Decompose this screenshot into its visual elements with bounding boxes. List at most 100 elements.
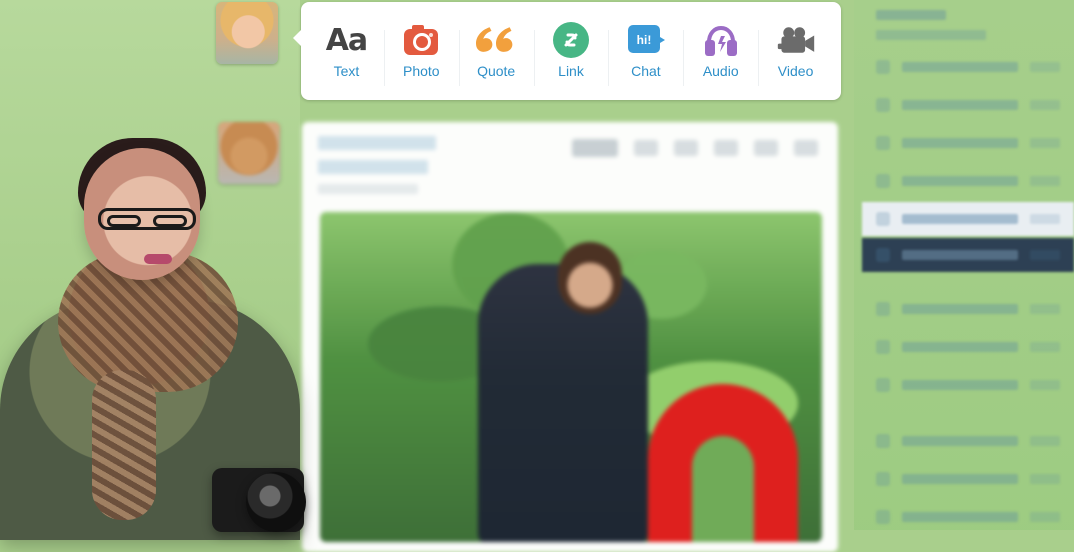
sidebar-item-icon [876, 434, 890, 448]
post-type-link[interactable]: Link [534, 12, 610, 90]
post-type-label: Audio [702, 63, 739, 79]
post-type-label: Link [558, 63, 584, 79]
sidebar-item-icon [876, 136, 890, 150]
sidebar-header-line-2 [876, 30, 986, 40]
sidebar-item-icon [876, 340, 890, 354]
sidebar-item[interactable] [862, 424, 1074, 458]
sidebar-item-count [1030, 138, 1060, 148]
sidebar-item-icon [876, 248, 890, 262]
sidebar-item-icon [876, 60, 890, 74]
video-camera-icon-svg [777, 27, 814, 53]
photo-person [478, 264, 648, 542]
chat-bubble-icon-svg: hi! [627, 25, 665, 53]
sidebar-item-label [902, 474, 1018, 484]
follow-button[interactable] [572, 139, 618, 157]
sidebar-item-label [902, 62, 1018, 72]
reply-icon[interactable] [674, 140, 698, 156]
headphones-icon [701, 23, 741, 57]
text-icon: Aa [325, 22, 368, 58]
chat-bubble-icon: hi! [626, 23, 666, 57]
sidebar-item-dark[interactable] [862, 238, 1074, 272]
sidebar-item-count [1030, 474, 1060, 484]
edit-icon[interactable] [754, 140, 778, 156]
background-left [0, 0, 300, 530]
photo-red-object [648, 384, 798, 542]
text-icon-glyph: Aa [325, 22, 368, 58]
post-type-video[interactable]: Video [758, 12, 833, 90]
headphones-icon-svg [704, 25, 737, 56]
sidebar-item-label [902, 214, 1018, 224]
sidebar-item-icon [876, 302, 890, 316]
sidebar-item-label [902, 304, 1018, 314]
sidebar-item-label [902, 138, 1018, 148]
sidebar-header-line-1 [876, 10, 946, 20]
post-type-bar: Aa Text Photo Quote Link hi! Chat Audio … [293, 2, 841, 100]
post-source-line [318, 160, 428, 174]
reblog-icon[interactable] [714, 140, 738, 156]
post-type-label: Chat [631, 63, 661, 79]
sidebar-item-selected[interactable] [862, 202, 1074, 236]
camera-icon-svg [404, 25, 439, 55]
sidebar-item[interactable] [862, 164, 1074, 198]
sidebar-header [876, 10, 1062, 44]
post-author-avatar[interactable] [218, 122, 280, 184]
sidebar-item-count [1030, 100, 1060, 110]
post-type-text[interactable]: Aa Text [309, 12, 385, 90]
sidebar-item[interactable] [862, 88, 1074, 122]
sidebar-item-icon [876, 378, 890, 392]
sidebar-item-count [1030, 436, 1060, 446]
sidebar-item-count [1030, 512, 1060, 522]
sidebar-item-icon [876, 174, 890, 188]
dashboard-sidebar [862, 0, 1074, 530]
dashboard-post-card [302, 122, 838, 552]
camera-icon [401, 23, 441, 57]
post-type-chat[interactable]: hi! Chat [608, 12, 685, 90]
sidebar-item-count [1030, 380, 1060, 390]
sidebar-item[interactable] [862, 50, 1074, 84]
sidebar-item[interactable] [862, 330, 1074, 364]
sidebar-item-label [902, 436, 1018, 446]
post-actions [528, 136, 818, 160]
quote-icon [476, 23, 516, 57]
sidebar-item[interactable] [862, 126, 1074, 160]
sidebar-item[interactable] [862, 500, 1074, 534]
sidebar-item-count [1030, 214, 1060, 224]
like-icon[interactable] [794, 140, 818, 156]
post-type-list: Aa Text Photo Quote Link hi! Chat Audio … [301, 2, 841, 100]
sidebar-item-label [902, 100, 1018, 110]
sidebar-item-count [1030, 250, 1060, 260]
sidebar-item[interactable] [862, 368, 1074, 402]
sidebar-item-icon [876, 212, 890, 226]
chat-icon-text: hi! [637, 33, 652, 47]
sidebar-item-label [902, 250, 1018, 260]
sidebar-item-count [1030, 304, 1060, 314]
post-type-label: Photo [402, 63, 440, 79]
sidebar-item-count [1030, 342, 1060, 352]
post-type-label: Video [777, 63, 814, 79]
link-icon [551, 22, 591, 58]
link-icon-svg [553, 22, 589, 58]
post-author-line [318, 136, 436, 150]
post-type-label: Quote [477, 63, 516, 79]
sidebar-item[interactable] [862, 292, 1074, 326]
sidebar-item-icon [876, 510, 890, 524]
sidebar-item-label [902, 342, 1018, 352]
share-icon[interactable] [634, 140, 658, 156]
sidebar-item[interactable] [862, 462, 1074, 496]
sidebar-item-label [902, 176, 1018, 186]
photo-person-head [558, 242, 622, 314]
post-type-photo[interactable]: Photo [384, 12, 460, 90]
user-avatar[interactable] [216, 2, 278, 64]
post-photo[interactable] [320, 212, 822, 542]
sidebar-item-count [1030, 176, 1060, 186]
post-meta [318, 136, 498, 202]
post-type-audio[interactable]: Audio [683, 12, 760, 90]
sidebar-item-icon [876, 98, 890, 112]
post-time-line [318, 184, 418, 194]
sidebar-item-icon [876, 472, 890, 486]
sidebar-item-label [902, 380, 1018, 390]
quote-icon-svg [476, 27, 513, 52]
post-type-quote[interactable]: Quote [459, 12, 535, 90]
video-camera-icon [776, 23, 816, 57]
sidebar-item-label [902, 512, 1018, 522]
